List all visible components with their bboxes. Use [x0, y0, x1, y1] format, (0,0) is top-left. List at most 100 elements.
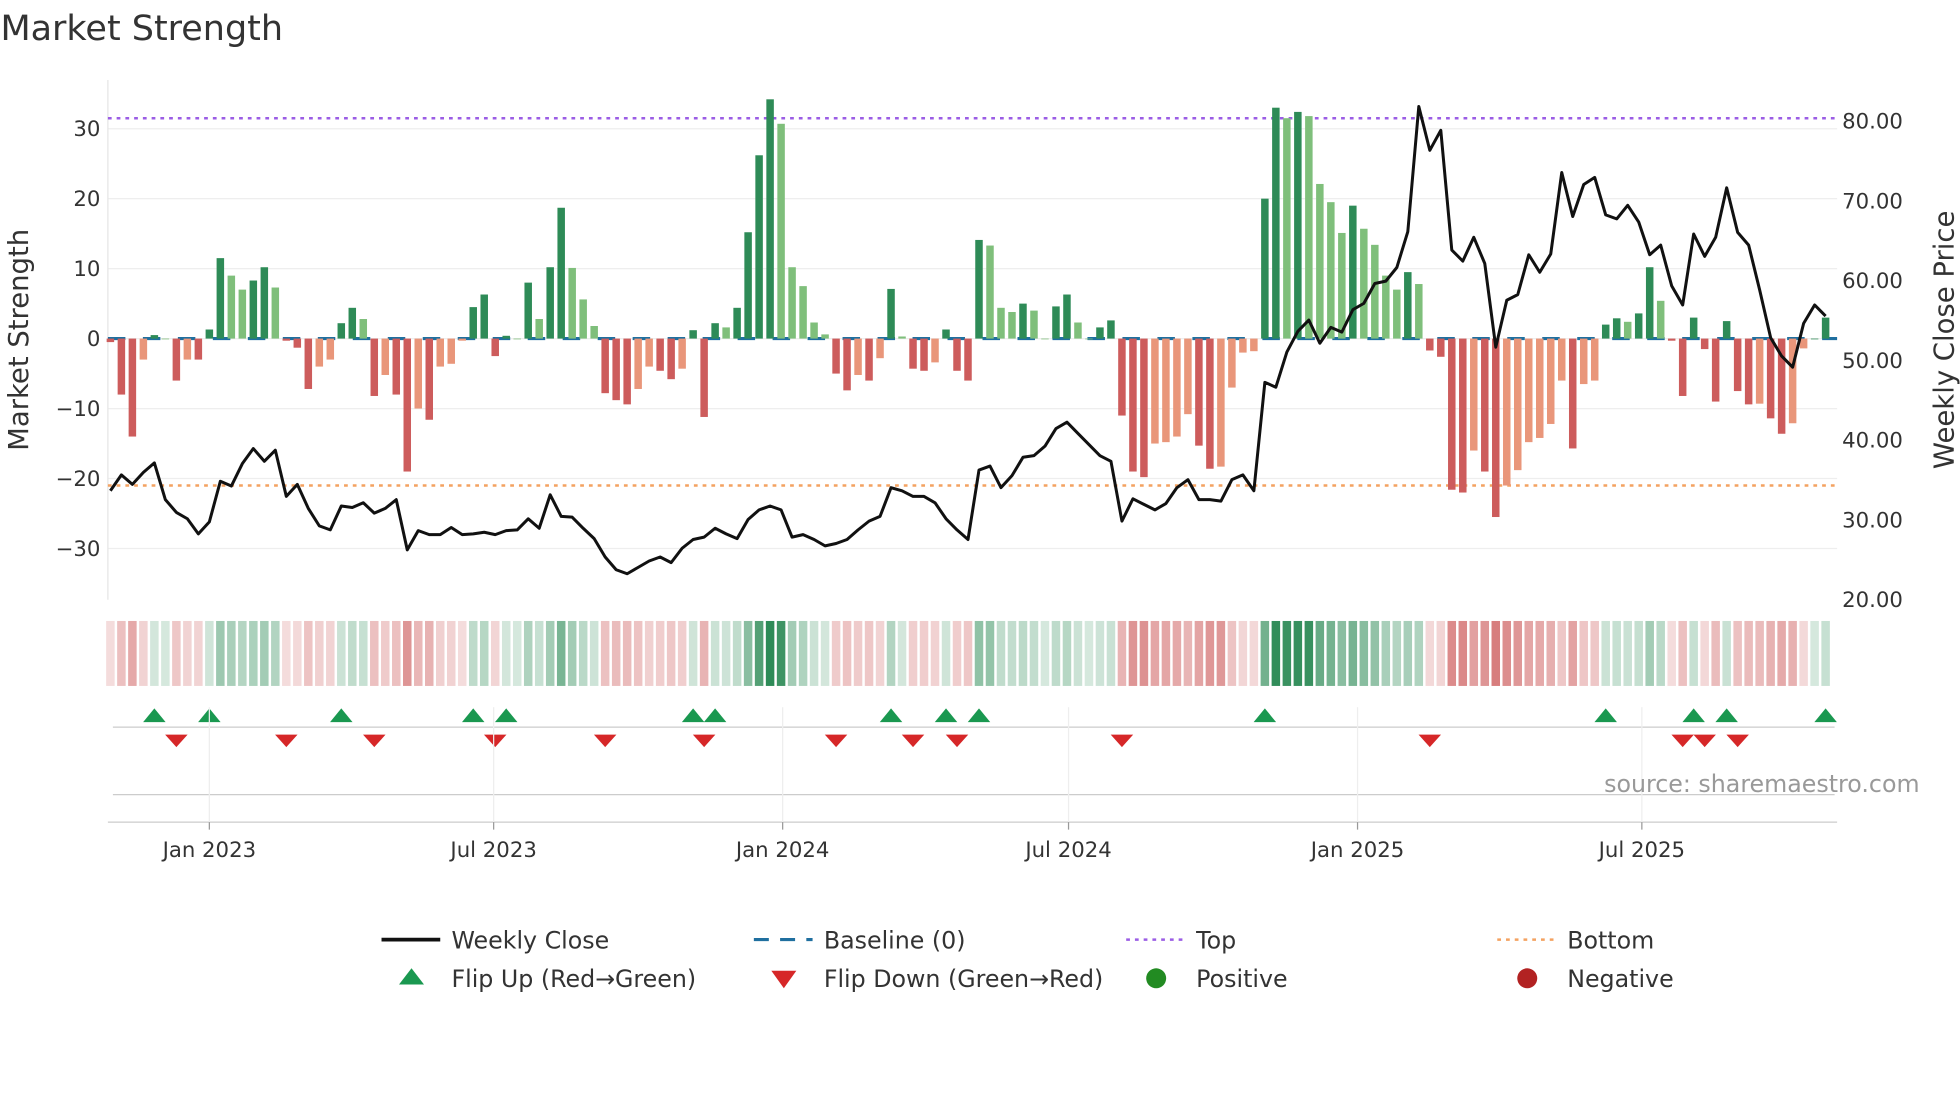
strip-cell — [161, 620, 170, 686]
flip-down-marker — [945, 734, 969, 748]
strength-bar — [832, 338, 840, 374]
strip-cell — [820, 620, 830, 686]
strip-cell — [1414, 620, 1424, 686]
flip-up-marker — [461, 708, 485, 723]
strength-bar — [249, 280, 258, 339]
strength-bar — [359, 319, 368, 339]
strip-cell — [897, 620, 907, 686]
strength-bar — [172, 338, 181, 381]
strip-cell — [315, 620, 324, 686]
strength-bar — [469, 307, 477, 339]
legend-label: Baseline (0) — [824, 926, 966, 954]
strength-bar — [898, 336, 906, 339]
strip-cell — [1216, 620, 1226, 686]
x-tick-label: Jul 2023 — [448, 838, 536, 863]
flip-up-marker — [143, 708, 166, 723]
strength-bar — [700, 338, 708, 417]
strength-bar — [1503, 338, 1511, 486]
strength-bar — [876, 338, 884, 359]
x-tick-label: Jan 2024 — [734, 838, 830, 863]
strip-cell — [578, 620, 588, 686]
strip-cell — [128, 620, 137, 686]
strip-cell — [1150, 620, 1160, 686]
strength-heat-strip — [106, 620, 1830, 686]
strength-bar — [1755, 338, 1764, 404]
strength-bar — [1371, 244, 1379, 339]
y2-axis-label: Weekly Close Price — [1928, 211, 1960, 469]
strength-bar — [238, 289, 247, 339]
strength-bar — [304, 338, 313, 389]
flip-down-marker — [1110, 734, 1134, 748]
y-tick-label: 0 — [87, 327, 101, 352]
legend-circle-icon — [1146, 968, 1167, 989]
strength-bar — [535, 319, 543, 339]
strength-bar — [1415, 284, 1423, 339]
strip-cell — [1238, 620, 1248, 686]
strip-cell — [853, 620, 863, 686]
strength-bar — [1162, 338, 1170, 443]
strength-bar — [1821, 317, 1830, 339]
left-axis: −30 −20 −10 0 10 20 30 — [56, 117, 101, 562]
flip-up-marker — [1594, 708, 1617, 723]
strength-bar — [634, 338, 642, 389]
strength-bar — [590, 326, 598, 339]
strength-bar — [1195, 338, 1203, 446]
strength-bar — [139, 338, 148, 360]
strip-cell — [1799, 620, 1808, 686]
strip-cell — [1062, 620, 1072, 686]
strip-cell — [1095, 620, 1105, 686]
y-tick-label: 30 — [73, 117, 100, 142]
strength-bar — [458, 338, 466, 341]
y2-tick-label: 30.00 — [1842, 508, 1903, 533]
strength-bar — [854, 338, 862, 375]
legend-triangle-down-icon — [771, 970, 797, 989]
y-tick-label: −10 — [56, 397, 101, 422]
strip-cell — [381, 620, 390, 686]
strength-bar — [1151, 338, 1159, 444]
strength-bar — [1492, 338, 1500, 518]
y-tick-label: −30 — [56, 537, 101, 562]
strength-bar — [1470, 338, 1478, 451]
strip-cell — [699, 620, 709, 686]
strip-cell — [1381, 620, 1391, 686]
strip-cell — [1271, 620, 1281, 686]
strength-bar — [942, 329, 950, 339]
strip-cell — [1106, 620, 1116, 686]
strength-bar — [282, 338, 291, 341]
strip-cell — [425, 620, 434, 686]
y-tick-label: −20 — [56, 467, 101, 492]
strength-bar — [392, 338, 401, 395]
strength-bar — [1799, 338, 1808, 349]
strength-bar — [1656, 300, 1665, 339]
strip-cell — [1293, 620, 1303, 686]
strength-bar — [1294, 111, 1302, 339]
y2-tick-label: 70.00 — [1842, 189, 1903, 214]
strength-bar — [1711, 338, 1720, 402]
strength-bar — [260, 267, 269, 339]
strip-cell — [359, 620, 368, 686]
strip-cell — [600, 620, 610, 686]
strip-cell — [1678, 620, 1687, 686]
strength-bar — [1052, 306, 1060, 339]
strip-cell — [1557, 620, 1566, 686]
strength-bar — [1590, 338, 1599, 381]
strength-bar — [117, 338, 126, 395]
strip-cell — [787, 620, 797, 686]
strength-bar — [216, 258, 225, 339]
strength-bar — [1173, 338, 1181, 437]
strength-bar — [161, 338, 170, 340]
strength-bar — [447, 338, 455, 364]
strip-cell — [1788, 620, 1797, 686]
strength-bar — [601, 338, 609, 394]
strip-cell — [139, 620, 148, 686]
strip-cell — [1315, 620, 1325, 686]
strip-cell — [271, 620, 280, 686]
strength-bar — [557, 207, 565, 339]
strip-cell — [732, 620, 742, 686]
strength-bar — [381, 338, 390, 375]
strength-bar — [953, 338, 961, 371]
flip-down-marker — [692, 734, 716, 748]
strength-bar — [546, 267, 554, 339]
strength-bar — [1140, 338, 1148, 478]
strip-cell — [183, 620, 192, 686]
